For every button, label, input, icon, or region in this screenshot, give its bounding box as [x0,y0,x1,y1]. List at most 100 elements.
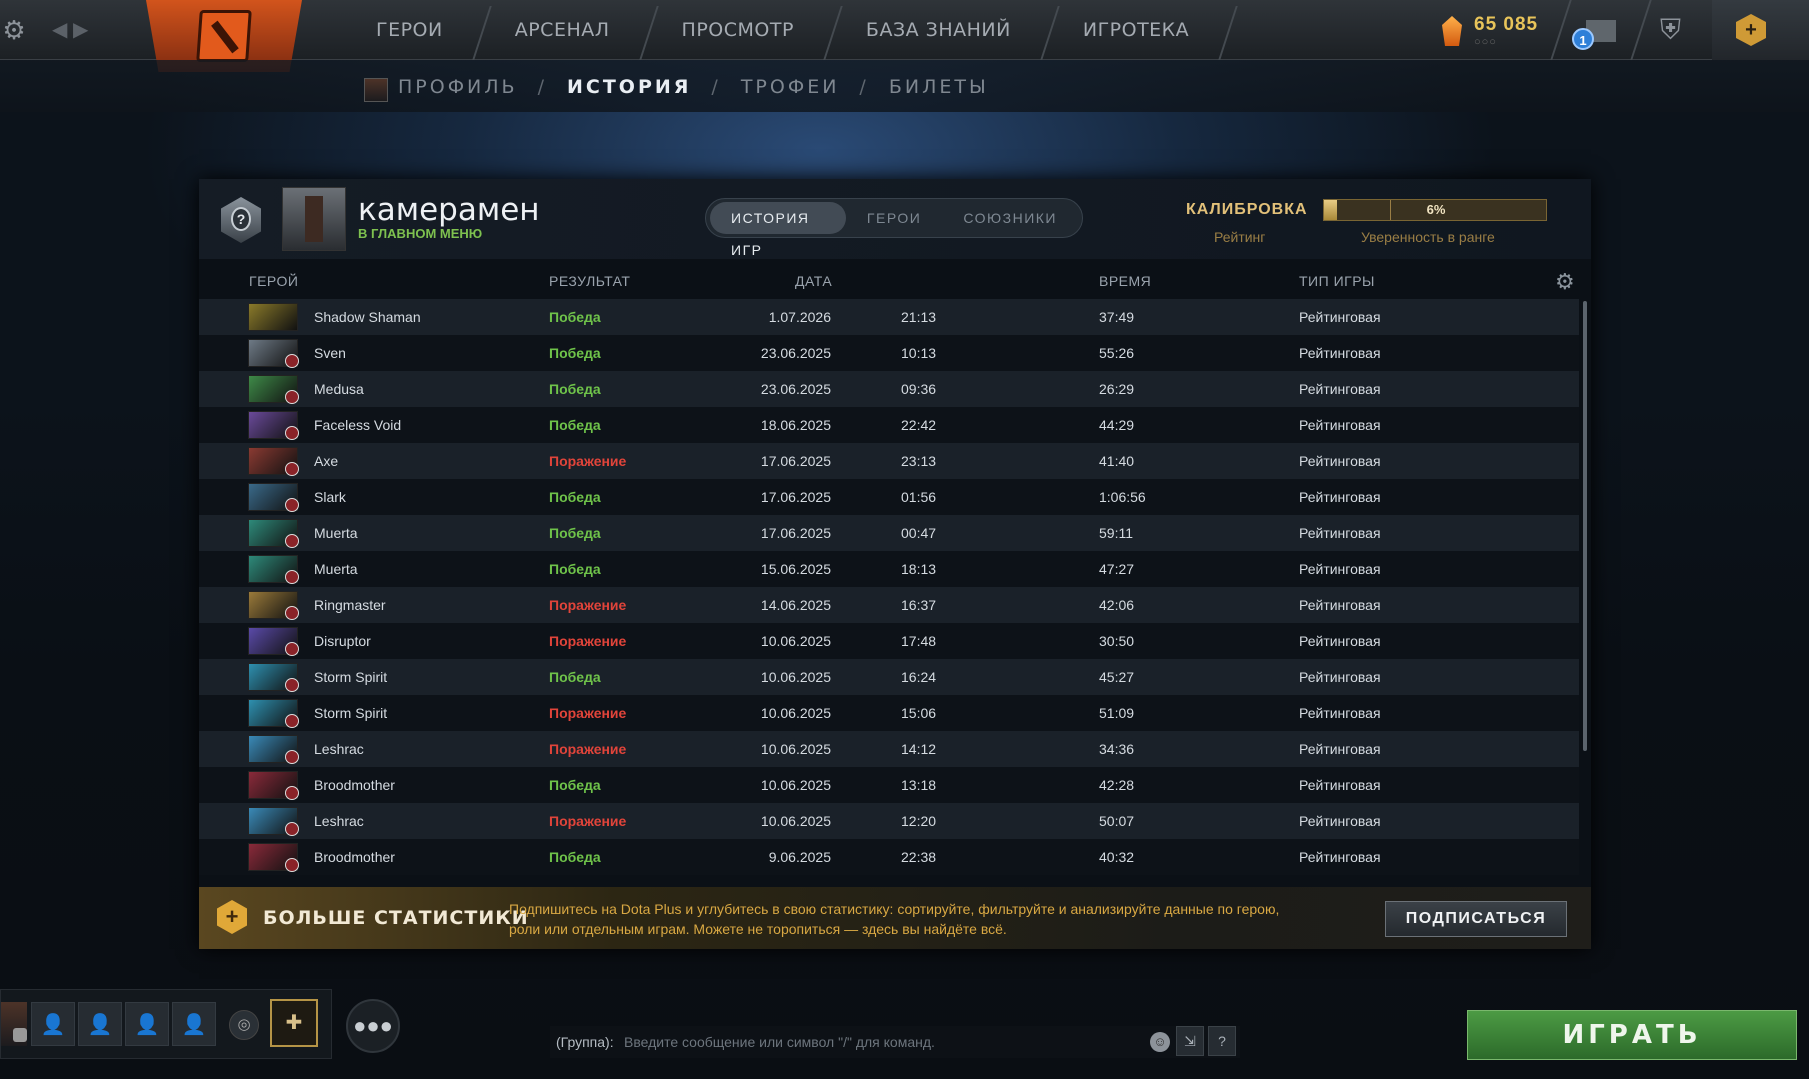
hero-name: Sven [314,345,346,361]
party-slot[interactable]: 👤 [78,1002,122,1046]
table-row[interactable]: Leshrac Поражение 10.06.2025 14:12 34:36 Рейт… [199,731,1579,767]
match-date: 23.06.2025 [760,345,831,361]
game-type: Рейтинговая [1299,381,1381,397]
match-date: 18.06.2025 [760,417,831,433]
shards-count[interactable]: 65 085 [1474,14,1538,36]
settings-gear-icon[interactable]: ⚙ [0,10,28,50]
match-time: 17:48 [901,633,937,649]
match-date: 10.06.2025 [760,669,831,685]
table-row[interactable]: Storm Spirit Поражение 10.06.2025 15:06 51:0… [199,695,1579,731]
table-row[interactable]: Muerta Победа 17.06.2025 00:47 59:11 Рейтинго… [199,515,1579,551]
voice-chat-icon[interactable]: ◎ [229,1010,259,1040]
table-row[interactable]: Axe Поражение 17.06.2025 23:13 41:40 Рейтинго… [199,443,1579,479]
nav-arrows[interactable]: ◀ ▶ [52,10,96,50]
match-duration: 44:29 [1099,417,1135,433]
promo-text: Подпишитесь на Dota Plus и углубитесь в … [509,901,1280,937]
hero-name: Axe [314,453,339,469]
match-date: 14.06.2025 [760,597,831,613]
avatar[interactable] [282,187,346,251]
tab-allies[interactable]: СОЮЗНИКИ [942,202,1078,234]
divider [1550,0,1572,60]
party-slot[interactable]: 👤 [172,1002,216,1046]
rank-confidence-bar: 6% [1323,199,1547,221]
table-row[interactable]: Leshrac Поражение 10.06.2025 12:20 50:07 Рейт… [199,803,1579,839]
party-slot[interactable]: 👤 [31,1002,75,1046]
dota-plus-bottom-button[interactable]: ✚ [270,999,318,1047]
match-duration: 42:06 [1099,597,1135,613]
play-button[interactable]: ИГРАТЬ [1467,1010,1797,1060]
nav-learn[interactable]: БАЗА ЗНАНИЙ [830,0,1047,60]
match-date: 10.06.2025 [760,741,831,757]
table-row[interactable]: Medusa Победа 23.06.2025 09:36 26:29 Рейтинго… [199,371,1579,407]
nav-armory[interactable]: АРСЕНАЛ [479,0,646,60]
nav-arcade[interactable]: ИГРОТЕКА [1047,0,1225,60]
match-time: 23:13 [901,453,937,469]
match-time: 15:06 [901,705,937,721]
role-badge-icon [285,714,299,728]
tab-match-history[interactable]: ИСТОРИЯ ИГР [710,202,846,258]
crumb-tickets[interactable]: БИЛЕТЫ [889,76,989,98]
match-duration: 42:28 [1099,777,1135,793]
match-duration: 47:27 [1099,561,1135,577]
crumb-trophies[interactable]: ТРОФЕИ [741,76,840,98]
table-row[interactable]: Shadow Shaman Победа 1.07.2026 21:13 37:49 Ре… [199,299,1579,335]
promo-title: БОЛЬШЕ СТАТИСТИКИ [263,907,529,929]
table-row[interactable]: Broodmother Победа 9.06.2025 22:38 40:32 Рейт… [199,839,1579,875]
nav-heroes[interactable]: ГЕРОИ [340,0,479,60]
col-result[interactable]: РЕЗУЛЬТАТ [549,273,630,289]
dota-plus-icon: + [1736,14,1766,46]
hero-name: Medusa [314,381,364,397]
match-date: 17.06.2025 [760,489,831,505]
match-time: 22:42 [901,417,937,433]
table-row[interactable]: Ringmaster Поражение 14.06.2025 16:37 42:06 Р… [199,587,1579,623]
hero-name: Slark [314,489,346,505]
party-slot[interactable]: 👤 [125,1002,169,1046]
match-time: 18:13 [901,561,937,577]
hero-name: Broodmother [314,849,395,865]
game-type: Рейтинговая [1299,309,1381,325]
table-settings-gear-icon[interactable]: ⚙ [1555,269,1575,295]
table-row[interactable]: Storm Spirit Победа 10.06.2025 16:24 45:27 Ре… [199,659,1579,695]
chat-expand-icon[interactable]: ⇲ [1176,1026,1204,1056]
table-row[interactable]: Broodmother Победа 10.06.2025 13:18 42:28 Рей… [199,767,1579,803]
chat-input[interactable]: Введите сообщение или символ "/" для ком… [624,1034,935,1050]
match-result: Победа [549,309,601,325]
breadcrumb: ПРОФИЛЬ / ИСТОРИЯ / ТРОФЕИ / БИЛЕТЫ [398,76,989,98]
game-type: Рейтинговая [1299,741,1381,757]
match-duration: 59:11 [1099,525,1133,541]
match-history-panel: ? камерамен В ГЛАВНОМ МЕНЮ ИСТОРИЯ ИГР Г… [199,179,1591,949]
col-hero[interactable]: ГЕРОЙ [249,273,298,289]
back-arrow-icon[interactable]: ◀ [52,19,67,41]
match-date: 1.07.2026 [768,309,831,325]
shards-icon [1442,16,1462,46]
col-duration[interactable]: ВРЕМЯ [1099,273,1151,289]
table-row[interactable]: Sven Победа 23.06.2025 10:13 55:26 Рейтингова… [199,335,1579,371]
dota-plus-button[interactable]: + [1712,0,1809,60]
role-badge-icon [285,858,299,872]
match-date: 15.06.2025 [760,561,831,577]
role-badge-icon [285,462,299,476]
table-row[interactable]: Muerta Победа 15.06.2025 18:13 47:27 Рейтинго… [199,551,1579,587]
table-row[interactable]: Disruptor Поражение 10.06.2025 17:48 30:50 Ре… [199,623,1579,659]
match-time: 22:38 [901,849,937,865]
subscribe-button[interactable]: ПОДПИСАТЬСЯ [1385,901,1567,937]
nav-watch[interactable]: ПРОСМОТР [646,0,830,60]
scrollbar[interactable] [1583,301,1587,751]
emoji-icon[interactable]: ☺ [1150,1032,1170,1052]
top-bar: ⚙ ◀ ▶ ГЕРОИ АРСЕНАЛ ПРОСМОТР БАЗА ЗНАНИЙ… [0,0,1809,72]
match-date: 10.06.2025 [760,813,831,829]
crumb-history[interactable]: ИСТОРИЯ [567,76,691,98]
col-game-type[interactable]: ТИП ИГРЫ [1299,273,1375,289]
armory-icon[interactable]: ⛨ [1660,14,1681,47]
profile-header: ? камерамен В ГЛАВНОМ МЕНЮ ИСТОРИЯ ИГР Г… [199,179,1591,259]
friends-icon[interactable]: ●●● [346,999,400,1053]
table-row[interactable]: Slark Победа 17.06.2025 01:56 1:06:56 Рейтинг… [199,479,1579,515]
tab-heroes[interactable]: ГЕРОИ [846,202,942,234]
table-row[interactable]: Faceless Void Победа 18.06.2025 22:42 44:29 Р… [199,407,1579,443]
col-date[interactable]: ДАТА [795,273,832,289]
forward-arrow-icon[interactable]: ▶ [73,19,88,41]
match-time: 13:18 [901,777,937,793]
match-duration: 41:40 [1099,453,1135,469]
chat-help-icon[interactable]: ? [1208,1026,1236,1056]
crumb-profile[interactable]: ПРОФИЛЬ [398,76,518,98]
